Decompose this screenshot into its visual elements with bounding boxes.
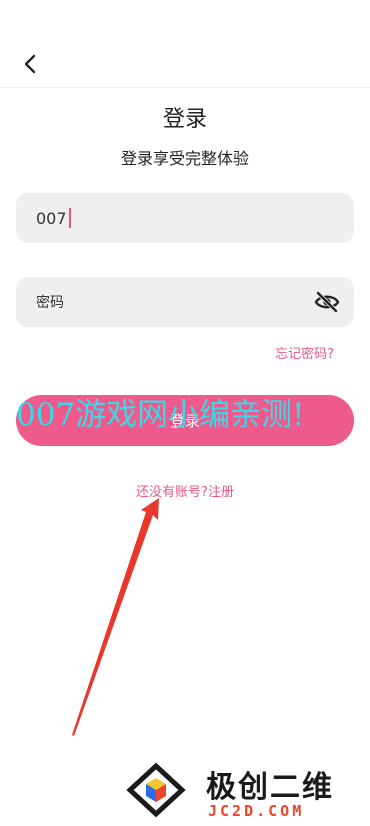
- brand-domain: JC2D.COM: [208, 802, 305, 820]
- register-link[interactable]: 还没有账号?注册: [0, 481, 370, 500]
- account-input-value: 007: [36, 208, 67, 228]
- password-input[interactable]: 密码: [16, 277, 354, 327]
- brand-logo-icon: [126, 762, 186, 818]
- brand-watermark: 极创二维 JC2D.COM: [126, 760, 366, 820]
- account-input[interactable]: 007: [16, 193, 354, 243]
- chevron-left-icon: [24, 54, 36, 74]
- forgot-password-link[interactable]: 忘记密码?: [275, 343, 334, 362]
- text-caret: [68, 208, 71, 228]
- eye-off-icon: [314, 291, 340, 313]
- header-divider: [0, 87, 370, 88]
- password-input-placeholder: 密码: [36, 295, 64, 311]
- brand-name: 极创二维: [206, 770, 334, 805]
- page-title: 登录: [162, 107, 207, 132]
- watermark-text: 007游戏网小编亲测!: [16, 397, 305, 433]
- password-visibility-toggle[interactable]: [314, 290, 340, 314]
- back-button[interactable]: [16, 50, 44, 78]
- page-subtitle: 登录享受完整体验: [120, 149, 249, 168]
